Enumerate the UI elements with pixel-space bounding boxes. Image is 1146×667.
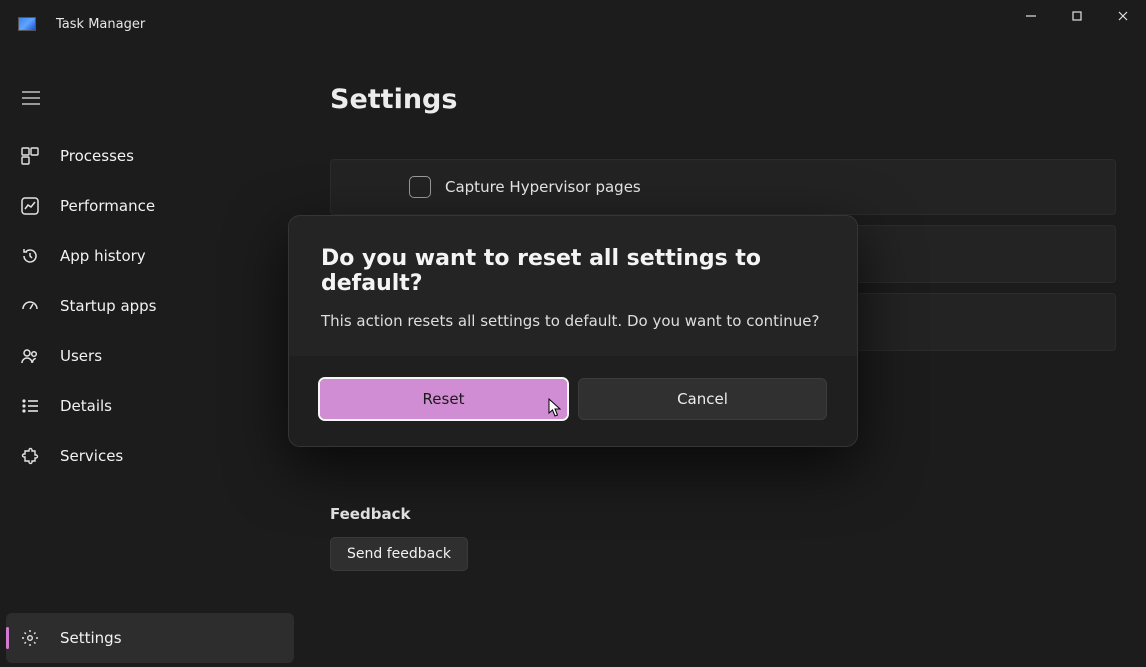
sidebar-item-label: App history <box>60 247 146 265</box>
sidebar-item-app-history[interactable]: App history <box>0 231 300 281</box>
sidebar-item-label: Performance <box>60 197 155 215</box>
checkbox-label: Capture Hypervisor pages <box>445 178 641 196</box>
title-bar: Task Manager <box>0 0 1146 48</box>
cancel-button[interactable]: Cancel <box>578 378 827 420</box>
app-icon <box>18 17 36 31</box>
checkbox-capture-hypervisor[interactable] <box>409 176 431 198</box>
dialog-message: This action resets all settings to defau… <box>321 312 825 330</box>
nav-list: Processes Performance App history Startu… <box>0 131 300 613</box>
close-button[interactable] <box>1100 0 1146 32</box>
hamburger-button[interactable] <box>0 80 300 131</box>
window-controls <box>1008 0 1146 36</box>
grid-icon <box>20 146 40 166</box>
gear-icon <box>20 628 40 648</box>
sidebar-item-processes[interactable]: Processes <box>0 131 300 181</box>
sidebar-item-services[interactable]: Services <box>0 431 300 481</box>
sidebar-item-details[interactable]: Details <box>0 381 300 431</box>
setting-card-capture-hypervisor: Capture Hypervisor pages <box>330 159 1116 215</box>
history-icon <box>20 246 40 266</box>
sidebar: Processes Performance App history Startu… <box>0 48 300 667</box>
sidebar-item-label: Users <box>60 347 102 365</box>
users-icon <box>20 346 40 366</box>
feedback-heading: Feedback <box>330 505 1116 523</box>
sidebar-item-label: Processes <box>60 147 134 165</box>
chart-icon <box>20 196 40 216</box>
sidebar-item-label: Startup apps <box>60 297 157 315</box>
sidebar-item-settings[interactable]: Settings <box>6 613 294 663</box>
sidebar-item-label: Services <box>60 447 123 465</box>
maximize-button[interactable] <box>1054 0 1100 32</box>
reset-button-label: Reset <box>423 390 465 408</box>
send-feedback-button[interactable]: Send feedback <box>330 537 468 571</box>
puzzle-icon <box>20 446 40 466</box>
minimize-button[interactable] <box>1008 0 1054 32</box>
sidebar-item-startup-apps[interactable]: Startup apps <box>0 281 300 331</box>
cancel-button-label: Cancel <box>677 390 728 408</box>
dialog-title: Do you want to reset all settings to def… <box>321 246 825 296</box>
sidebar-item-users[interactable]: Users <box>0 331 300 381</box>
speedometer-icon <box>20 296 40 316</box>
sidebar-item-label: Details <box>60 397 112 415</box>
page-title: Settings <box>330 84 1116 115</box>
app-title: Task Manager <box>56 17 145 32</box>
send-feedback-label: Send feedback <box>347 546 451 562</box>
reset-button[interactable]: Reset <box>319 378 568 420</box>
sidebar-item-performance[interactable]: Performance <box>0 181 300 231</box>
reset-dialog: Do you want to reset all settings to def… <box>288 215 858 447</box>
list-icon <box>20 396 40 416</box>
sidebar-item-label: Settings <box>60 629 122 647</box>
